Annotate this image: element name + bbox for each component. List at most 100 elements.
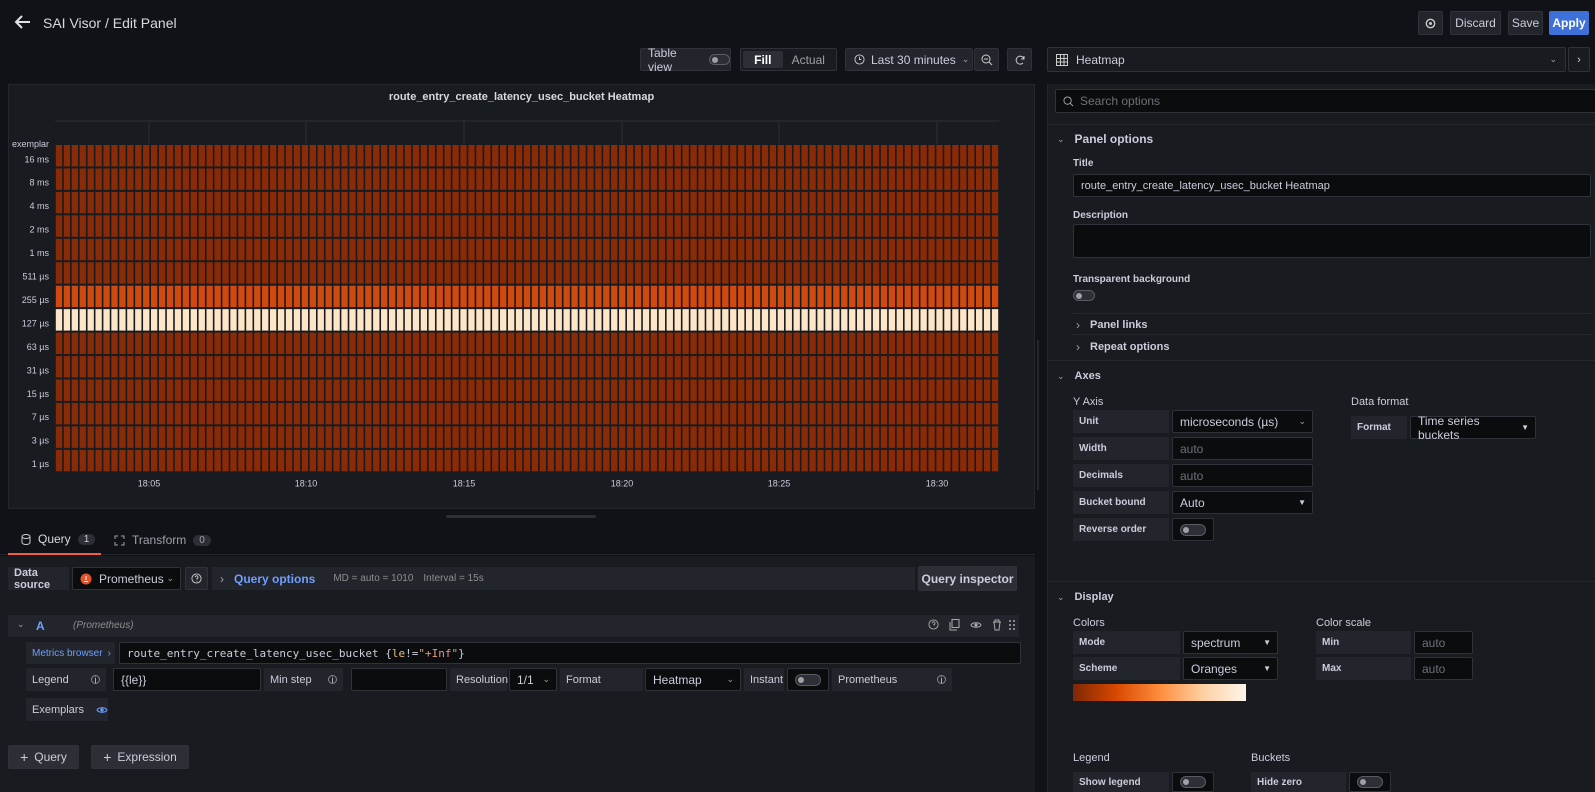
heatmap-cell (381, 332, 388, 355)
heatmap-cell (111, 309, 118, 331)
heatmap-cell (698, 402, 705, 425)
heatmap-cell (626, 262, 634, 284)
splitter[interactable] (1037, 340, 1039, 490)
tab-query[interactable]: Query 1 (8, 525, 101, 555)
query-options-label[interactable]: Query options (234, 572, 315, 586)
drag-handle-icon[interactable] (1008, 619, 1016, 631)
heatmap-cell (666, 262, 673, 284)
collapse-options-button[interactable]: › (1568, 47, 1590, 72)
add-query-button[interactable]: + Query (8, 745, 79, 769)
heatmap-cell (381, 215, 388, 237)
heatmap-cell (238, 191, 245, 214)
heatmap-cell (777, 145, 785, 167)
section-axes[interactable]: ⌄ Axes (1057, 370, 1101, 382)
heatmap-cell (254, 426, 261, 448)
help-circle-icon[interactable] (928, 619, 939, 630)
fill-option[interactable]: Fill (743, 51, 783, 68)
actual-option[interactable]: Actual (783, 51, 834, 68)
decimals-input[interactable]: auto (1172, 464, 1313, 487)
promql-query-editor[interactable]: route_entry_create_latency_usec_bucket {… (119, 642, 1021, 664)
tab-transform[interactable]: Transform 0 (112, 525, 212, 555)
section-display[interactable]: ⌄ Display (1057, 591, 1114, 603)
heatmap-cell (650, 145, 658, 167)
resolution-select[interactable]: 1/1 ⌄ (509, 668, 557, 691)
legend-input[interactable]: {{le}} (113, 668, 261, 691)
heatmap-cell (254, 262, 261, 284)
show-legend-toggle[interactable] (1180, 776, 1206, 788)
legend-label: Legend i (26, 668, 106, 691)
reverse-order-toggle[interactable] (1180, 523, 1206, 536)
data-source-picker[interactable]: Prometheus ⌄ (72, 567, 181, 590)
search-options-input[interactable]: Search options (1055, 89, 1595, 113)
query-ref-id[interactable]: A (36, 619, 45, 633)
expr-operator: != (405, 646, 419, 660)
time-range-label: Last 30 minutes (871, 52, 956, 67)
heatmap-cell (650, 191, 658, 214)
heatmap-cell (127, 356, 134, 378)
heatmap-cell (849, 262, 856, 284)
visualization-picker[interactable]: Heatmap ⌄ (1047, 47, 1566, 72)
colors-heading: Colors (1073, 617, 1105, 629)
heatmap-cell (983, 285, 991, 308)
resize-handle[interactable] (446, 515, 596, 518)
color-scale-max-input[interactable]: auto (1414, 657, 1473, 680)
apply-button[interactable]: Apply (1549, 11, 1589, 35)
heatmap-cell (476, 449, 483, 472)
section-panel-links[interactable]: › Panel links (1076, 318, 1147, 332)
heatmap-cell (896, 426, 903, 448)
heatmap-cell (547, 191, 554, 214)
heatmap-cell (523, 332, 531, 355)
heatmap-cell (63, 145, 71, 167)
heatmap-cell (928, 168, 935, 190)
settings-gear-button[interactable] (1418, 11, 1443, 35)
transparent-background-toggle[interactable] (1073, 290, 1095, 301)
heatmap-cell (135, 332, 142, 355)
zoom-out-button[interactable] (974, 48, 999, 71)
title-input[interactable]: route_entry_create_latency_usec_bucket H… (1073, 174, 1591, 197)
format-select[interactable]: Heatmap ⌄ (645, 668, 741, 691)
bucket-bound-select[interactable]: Auto ▼ (1172, 491, 1313, 514)
table-view-switch[interactable] (709, 54, 730, 65)
heatmap-cell (412, 426, 420, 448)
back-arrow-icon[interactable] (13, 12, 33, 32)
metrics-browser-button[interactable]: Metrics browser › (26, 642, 115, 664)
scheme-select[interactable]: Oranges ▼ (1183, 657, 1278, 680)
heatmap-cell (888, 238, 896, 261)
min-step-input[interactable] (351, 668, 447, 691)
heatmap-cell (63, 309, 71, 331)
add-expression-button[interactable]: + Expression (91, 745, 189, 769)
eye-icon[interactable] (970, 620, 982, 630)
data-source-help-button[interactable] (185, 567, 208, 590)
section-panel-options[interactable]: ⌄ Panel options (1057, 132, 1153, 146)
refresh-button[interactable] (1007, 48, 1032, 71)
query-options-bar[interactable]: › Query options MD = auto = 1010 Interva… (212, 567, 915, 590)
heatmap-cell (991, 402, 999, 425)
discard-button[interactable]: Discard (1450, 11, 1501, 35)
heatmap-cell (293, 356, 301, 378)
query-inspector-button[interactable]: Query inspector (918, 566, 1017, 591)
heatmap-cell (404, 402, 412, 425)
data-format-select[interactable]: Time series buckets ▼ (1410, 414, 1536, 442)
heatmap-cell (531, 426, 539, 448)
collapse-chevron-icon[interactable]: ⌄ (17, 619, 25, 630)
section-repeat-options[interactable]: › Repeat options (1076, 340, 1169, 354)
description-textarea[interactable] (1073, 224, 1591, 258)
exemplars-toggle[interactable]: Exemplars (26, 698, 108, 721)
instant-toggle[interactable] (795, 673, 821, 686)
plus-icon: + (103, 749, 112, 765)
color-scale-min-input[interactable]: auto (1414, 631, 1473, 654)
trash-icon[interactable] (992, 619, 1002, 631)
save-button[interactable]: Save (1508, 11, 1543, 35)
heatmap-cell (730, 145, 737, 167)
heatmap-cell (71, 285, 78, 308)
table-view-toggle[interactable]: Table view (640, 46, 731, 74)
heatmap-cell (650, 449, 658, 472)
width-input[interactable]: auto (1172, 437, 1313, 460)
hide-zero-toggle[interactable] (1357, 776, 1383, 788)
time-range-picker[interactable]: Last 30 minutes ⌄ (845, 48, 973, 71)
heatmap-cell (87, 238, 94, 261)
heatmap-cell (174, 332, 182, 355)
duplicate-icon[interactable] (949, 619, 960, 631)
unit-select[interactable]: microseconds (µs) ⌄ (1172, 410, 1313, 433)
mode-select[interactable]: spectrum ▼ (1183, 631, 1278, 654)
